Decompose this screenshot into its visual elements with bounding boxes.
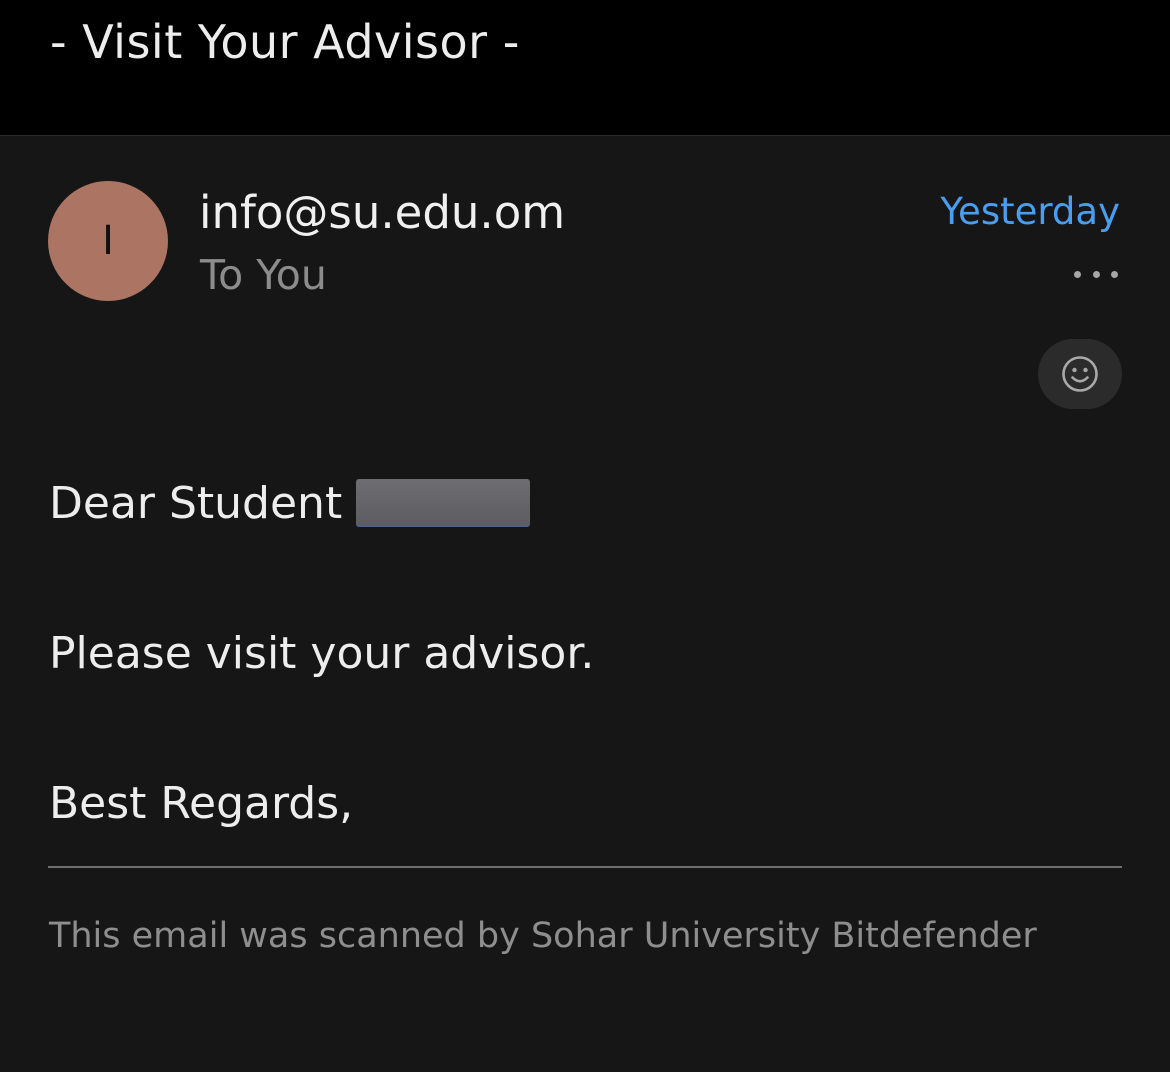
email-header-bar: - Visit Your Advisor - [0, 0, 1170, 136]
more-options-button[interactable] [1074, 262, 1118, 286]
more-horizontal-icon-dot [1092, 270, 1100, 278]
email-greeting: Dear Student [49, 474, 531, 534]
more-horizontal-icon [1074, 270, 1081, 278]
email-message: Please visit your advisor. [49, 628, 595, 679]
sender-address[interactable]: info@su.edu.om [199, 184, 565, 242]
received-date: Yesterday [940, 190, 1120, 233]
redacted-student-name [356, 479, 531, 527]
avatar-initial: I [102, 218, 114, 264]
sender-avatar[interactable]: I [48, 181, 168, 301]
recipient-label[interactable]: To You [200, 247, 327, 303]
scan-notice-footer: This email was scanned by Sohar Universi… [49, 916, 1037, 956]
add-reaction-button[interactable] [1038, 339, 1122, 409]
smiley-face-icon [1062, 356, 1098, 392]
email-subject: - Visit Your Advisor - [50, 15, 520, 69]
greeting-text: Dear Student [49, 478, 343, 529]
more-horizontal-icon-dot [1111, 270, 1118, 278]
signature-divider [48, 866, 1122, 868]
email-closing: Best Regards, [49, 778, 354, 829]
